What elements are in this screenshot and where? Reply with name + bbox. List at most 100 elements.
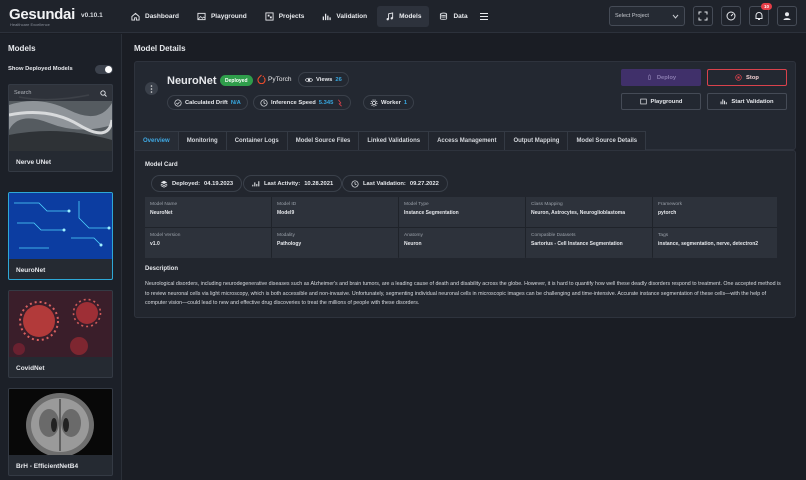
circuit-thumbnail [9, 193, 112, 259]
trend-down-icon [338, 99, 343, 106]
nav-projects[interactable]: Projects [257, 6, 313, 27]
field-model-name: Model Name NeuroNet [145, 197, 271, 227]
deploy-label: Deploy [656, 74, 677, 81]
field-model-type: Model Type Instance Segmentation [399, 197, 525, 227]
speed-button[interactable] [721, 6, 741, 26]
brain-mri-thumbnail [9, 389, 112, 455]
main-nav: Dashboard Playground Projects Validation… [123, 6, 490, 27]
stop-button[interactable]: Stop [707, 69, 787, 86]
field-value: Instance Segmentation [404, 210, 459, 216]
field-label: Model Version [150, 233, 181, 238]
model-card-name: BrH - EfficientNetB4 [16, 463, 79, 470]
tab-model-source-details[interactable]: Model Source Details [567, 131, 647, 150]
chevron-down-icon [672, 14, 679, 19]
tab-linked-validations[interactable]: Linked Validations [358, 131, 430, 150]
playground-button[interactable]: Playground [621, 93, 701, 110]
last-activity-chip: Last Activity: 10.28.2021 [243, 175, 343, 192]
activity-icon [252, 180, 260, 186]
top-bar: Gesundai Healthcare Excellence v0.10.1 D… [0, 0, 806, 33]
search-input[interactable]: Search [9, 85, 112, 101]
drift-label: Calculated Drift [185, 99, 228, 106]
search-icon [100, 89, 107, 97]
nav-data[interactable]: Data [431, 6, 475, 27]
gear-icon [370, 98, 378, 107]
model-title: NeuroNet [167, 75, 217, 87]
stop-label: Stop [746, 74, 759, 81]
drift-value: N/A [230, 99, 241, 106]
tab-overview[interactable]: Overview [134, 131, 179, 150]
field-label: Anatomy [404, 233, 423, 238]
tab-container-logs[interactable]: Container Logs [225, 131, 288, 150]
views-chip: Views 26 [298, 72, 349, 87]
model-card-brh-efficientnetb4[interactable]: BrH - EfficientNetB4 [8, 388, 113, 476]
playground-label: Playground [650, 98, 683, 105]
nav-models[interactable]: Models [377, 6, 430, 27]
field-label: Model Name [150, 202, 178, 207]
fullscreen-button[interactable] [693, 6, 713, 26]
views-value: 26 [335, 76, 342, 83]
bell-icon [755, 11, 763, 20]
home-icon [131, 12, 140, 21]
framework-name: PyTorch [268, 75, 292, 83]
nav-validation[interactable]: Validation [314, 6, 375, 27]
field-value: pytorch [658, 210, 677, 216]
hamburger-menu-icon[interactable] [478, 6, 490, 27]
worker-value: 1 [403, 99, 408, 106]
field-label: Model Type [404, 202, 429, 207]
notifications-button[interactable]: 10 [749, 3, 772, 26]
deployed-label: Deployed: [172, 180, 201, 187]
version-label: v0.10.1 [81, 12, 103, 19]
field-label: Class Mapping [531, 202, 563, 207]
field-anatomy: Anatomy Neuron [399, 228, 525, 258]
music-note-icon [386, 12, 394, 21]
model-card-neuronet[interactable]: NeuroNet [8, 192, 113, 280]
start-validation-button[interactable]: Start Validation [707, 93, 787, 110]
nav-label: Data [453, 13, 468, 20]
deployed-date-chip: Deployed: 04.19.2023 [151, 175, 243, 192]
project-select[interactable]: Select Project [609, 6, 685, 26]
nav-dashboard[interactable]: Dashboard [123, 6, 187, 27]
field-label: Framework [658, 202, 682, 207]
description-title: Description [145, 266, 179, 272]
user-menu-button[interactable] [777, 6, 797, 26]
projects-icon [265, 12, 274, 21]
last-validation-chip: Last Validation: 09.27.2022 [342, 175, 448, 192]
image-icon [197, 12, 206, 21]
field-label: Compatible Datasets [531, 233, 576, 238]
project-select-placeholder: Select Project [615, 13, 649, 19]
tab-model-source-files[interactable]: Model Source Files [286, 131, 360, 150]
eye-icon [305, 77, 313, 82]
field-value: Model9 [277, 210, 295, 216]
tab-bar: Overview Monitoring Container Logs Model… [134, 131, 647, 150]
model-card-nerve-unet[interactable]: Search Nerve UNet [8, 84, 113, 172]
model-card-covidnet[interactable]: CovidNet [8, 290, 113, 378]
more-vertical-icon [150, 84, 153, 93]
show-deployed-toggle[interactable] [95, 64, 113, 74]
more-options-button[interactable] [145, 82, 158, 95]
logo-subtitle: Healthcare Excellence [10, 22, 50, 27]
worker-label: Worker [381, 99, 401, 106]
nav-playground[interactable]: Playground [189, 6, 255, 27]
nav-label: Validation [336, 13, 368, 20]
page-title: Model Details [134, 44, 186, 53]
inference-speed-chip: Inference Speed 5.345 [253, 95, 352, 110]
check-circle-icon [174, 98, 182, 107]
deploy-button[interactable]: Deploy [621, 69, 701, 86]
nav-label: Models [399, 13, 422, 20]
stop-icon [735, 74, 742, 81]
clock-icon [260, 98, 268, 107]
field-compatible-datasets: Compatible Datasets Sartorius - Cell Inst… [526, 228, 652, 258]
tab-output-mapping[interactable]: Output Mapping [504, 131, 569, 150]
field-value: instance, segmentation, nerve, detectron… [658, 241, 759, 247]
field-value: Pathology [277, 241, 302, 247]
bar-chart-icon [323, 13, 332, 21]
app-logo[interactable]: Gesundai Healthcare Excellence [9, 6, 75, 27]
field-tags: Tags instance, segmentation, nerve, detec… [653, 228, 777, 258]
field-model-id: Model ID Model9 [272, 197, 398, 227]
last-activity-label: Last Activity: [264, 180, 301, 187]
inference-speed-value: 5.345 [318, 99, 334, 106]
tab-access-management[interactable]: Access Management [428, 131, 506, 150]
tab-monitoring[interactable]: Monitoring [177, 131, 227, 150]
overview-panel: Model Card Deployed: 04.19.2023 Last Act… [134, 150, 796, 318]
search-placeholder: Search [14, 90, 32, 96]
